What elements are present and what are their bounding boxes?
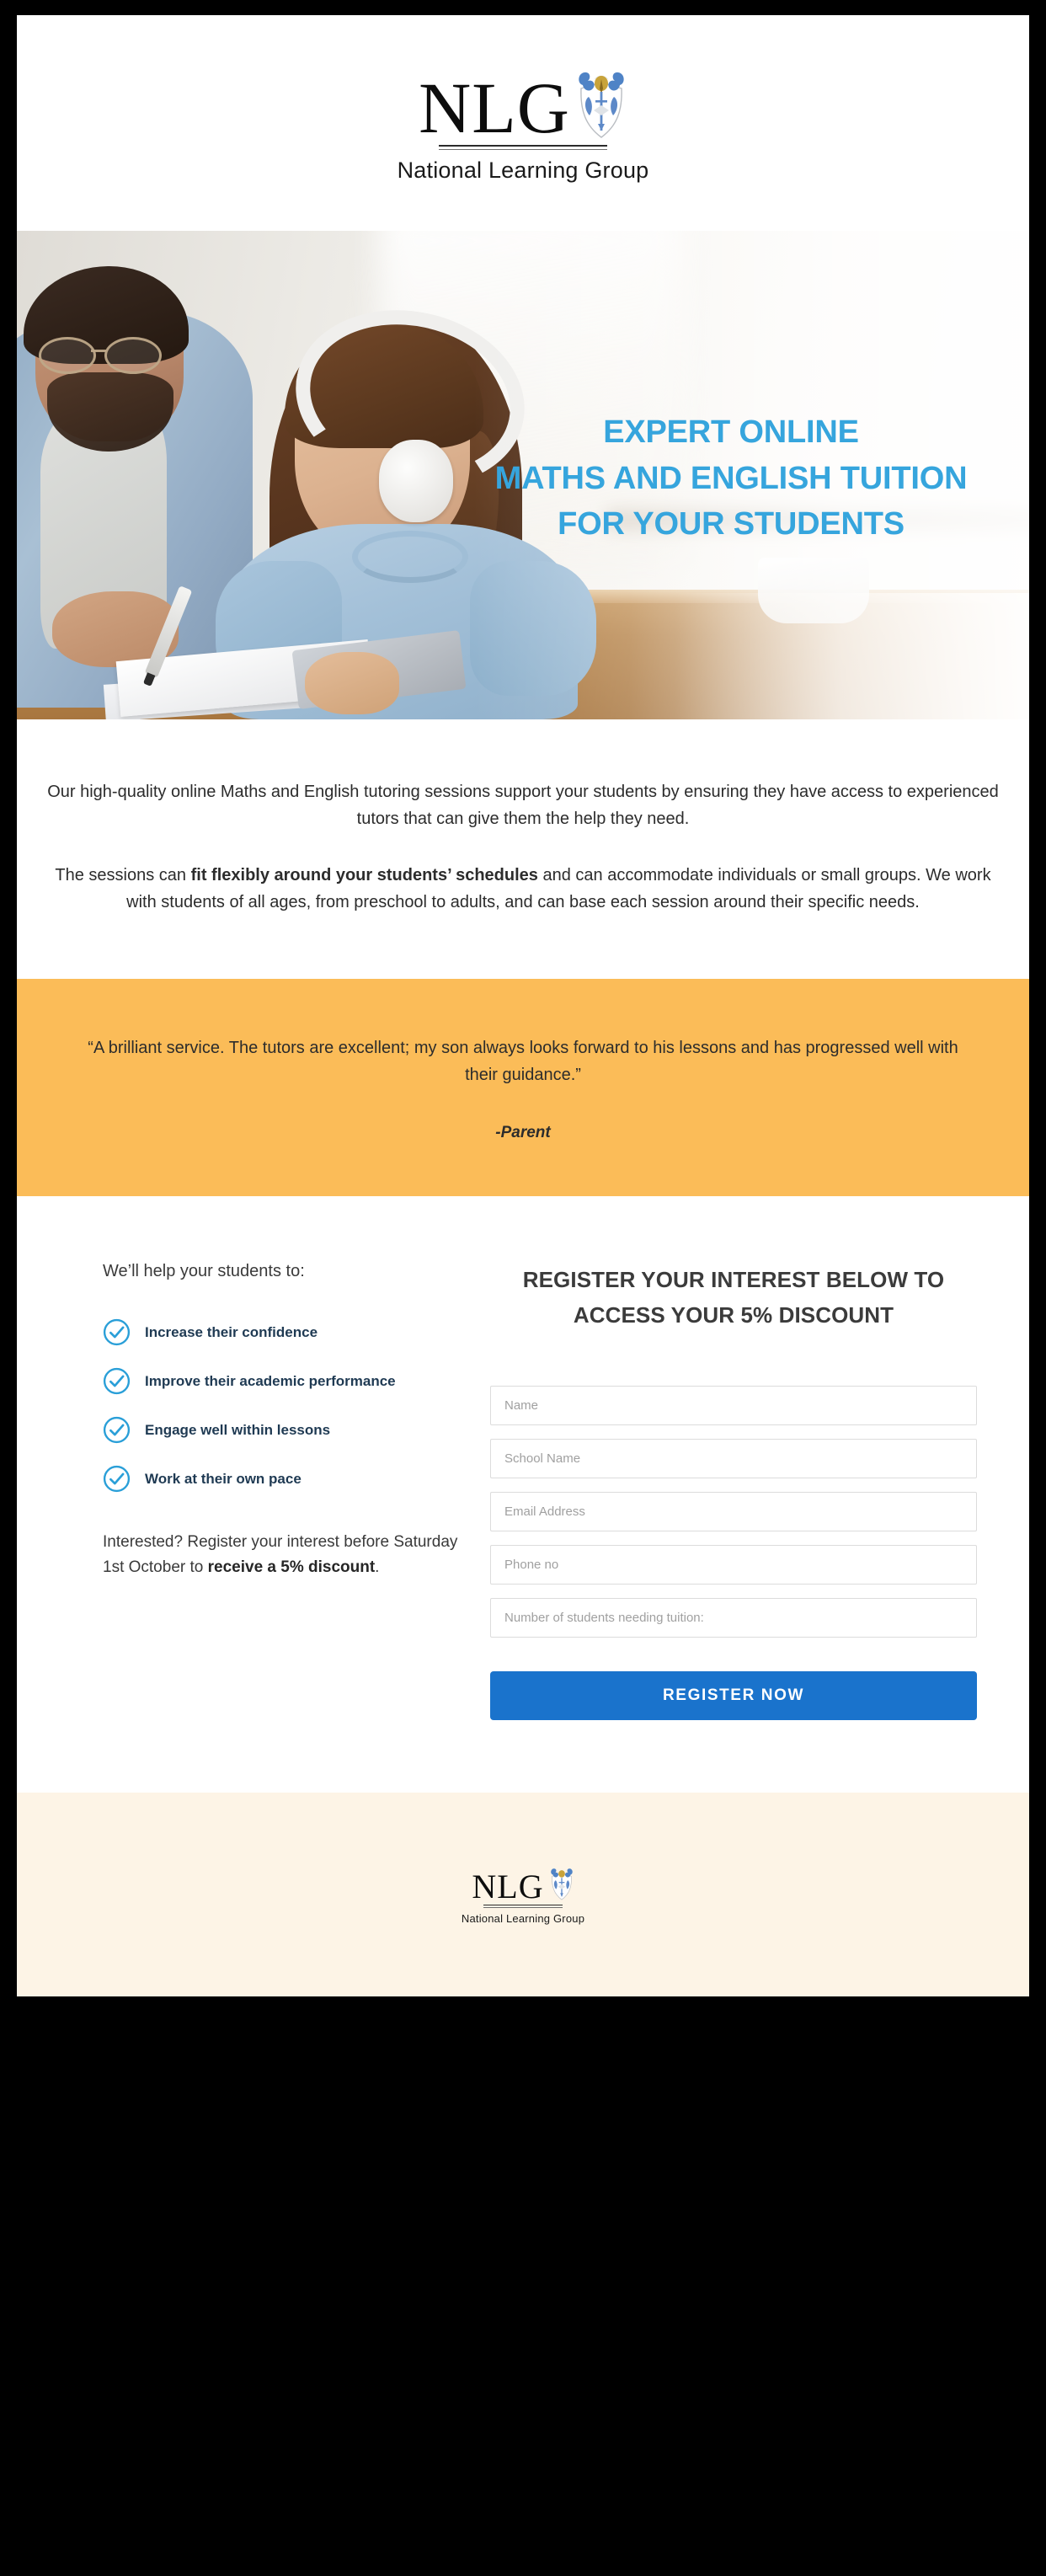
check-circle-icon xyxy=(103,1367,131,1395)
benefit-label: Engage well within lessons xyxy=(145,1421,331,1438)
discount-note-bold: receive a 5% discount xyxy=(207,1558,376,1576)
testimonial-attribution: -Parent xyxy=(495,1124,551,1142)
intro-p2-part1: The sessions can xyxy=(55,865,191,884)
form-heading: REGISTER YOUR INTEREST BELOW TO ACCESS Y… xyxy=(522,1267,945,1328)
benefits-column: We’ll help your students to: Increase th… xyxy=(69,1262,465,1719)
hero-headline-line-1: EXPERT ONLINE xyxy=(603,414,859,450)
email-input[interactable] xyxy=(490,1491,977,1531)
intro-paragraph-2: The sessions can fit flexibly around you… xyxy=(47,862,999,917)
testimonial-quote: “A brilliant service. The tutors are exc… xyxy=(88,1038,958,1084)
hero-headline: EXPERT ONLINE MATHS AND ENGLISH TUITION … xyxy=(462,409,1001,548)
list-item: Increase their confidence xyxy=(103,1318,465,1346)
check-circle-icon xyxy=(103,1416,131,1444)
check-circle-icon xyxy=(103,1318,131,1346)
discount-note-part2: . xyxy=(375,1558,380,1576)
register-now-button[interactable]: REGISTER NOW xyxy=(490,1670,977,1720)
logo-subtitle: National Learning Group xyxy=(397,157,649,183)
hero-copy: EXPERT ONLINE MATHS AND ENGLISH TUITION … xyxy=(462,409,1001,548)
hero-headline-line-2: MATHS AND ENGLISH TUITION xyxy=(494,460,968,496)
phone-input[interactable] xyxy=(490,1544,977,1585)
main-section: We’ll help your students to: Increase th… xyxy=(17,1196,1029,1793)
benefit-label: Work at their own pace xyxy=(145,1470,302,1487)
page-footer: NLG National Learning Group xyxy=(17,1792,1029,1996)
footer-logo-underline xyxy=(483,1904,563,1908)
intro-p2-bold: fit flexibly around your students’ sched… xyxy=(190,865,538,884)
benefits-list: Increase their confidence Improve their … xyxy=(103,1318,465,1493)
check-circle-icon xyxy=(103,1465,131,1493)
heraldic-crest-icon xyxy=(549,1864,574,1901)
benefits-lead-in: We’ll help your students to: xyxy=(103,1262,305,1281)
footer-logo-letters: NLG xyxy=(472,1867,544,1905)
footer-logo-subtitle: National Learning Group xyxy=(461,1911,585,1925)
heraldic-crest-icon xyxy=(575,63,627,141)
header-logo[interactable]: NLG National Learning Group xyxy=(398,63,649,184)
list-item: Work at their own pace xyxy=(103,1465,465,1493)
registration-form-column: REGISTER YOUR INTEREST BELOW TO ACCESS Y… xyxy=(465,1262,977,1720)
school-name-input[interactable] xyxy=(490,1438,977,1478)
name-input[interactable] xyxy=(490,1385,977,1425)
discount-note: Interested? Register your interest befor… xyxy=(103,1530,465,1579)
logo-underline xyxy=(438,144,607,150)
testimonial-section: “A brilliant service. The tutors are exc… xyxy=(17,978,1029,1197)
benefit-label: Improve their academic performance xyxy=(145,1372,396,1389)
intro-section: Our high-quality online Maths and Englis… xyxy=(17,719,1029,979)
footer-logo-row: NLG xyxy=(472,1864,574,1903)
benefit-label: Increase their confidence xyxy=(145,1323,318,1340)
list-item: Improve their academic performance xyxy=(103,1367,465,1395)
hero-headline-line-3: FOR YOUR STUDENTS xyxy=(558,506,905,542)
intro-paragraph-1: Our high-quality online Maths and Englis… xyxy=(47,783,999,829)
page-header: NLG National Learning Group xyxy=(17,15,1029,231)
logo-letters: NLG xyxy=(419,67,570,149)
list-item: Engage well within lessons xyxy=(103,1416,465,1444)
logo-row: NLG xyxy=(419,63,627,149)
email-page: NLG National Learning Group EXPERT ONLIN… xyxy=(17,15,1029,1996)
hero-banner: EXPERT ONLINE MATHS AND ENGLISH TUITION … xyxy=(17,231,1029,719)
student-count-input[interactable] xyxy=(490,1597,977,1638)
footer-logo[interactable]: NLG National Learning Group xyxy=(462,1864,584,1925)
